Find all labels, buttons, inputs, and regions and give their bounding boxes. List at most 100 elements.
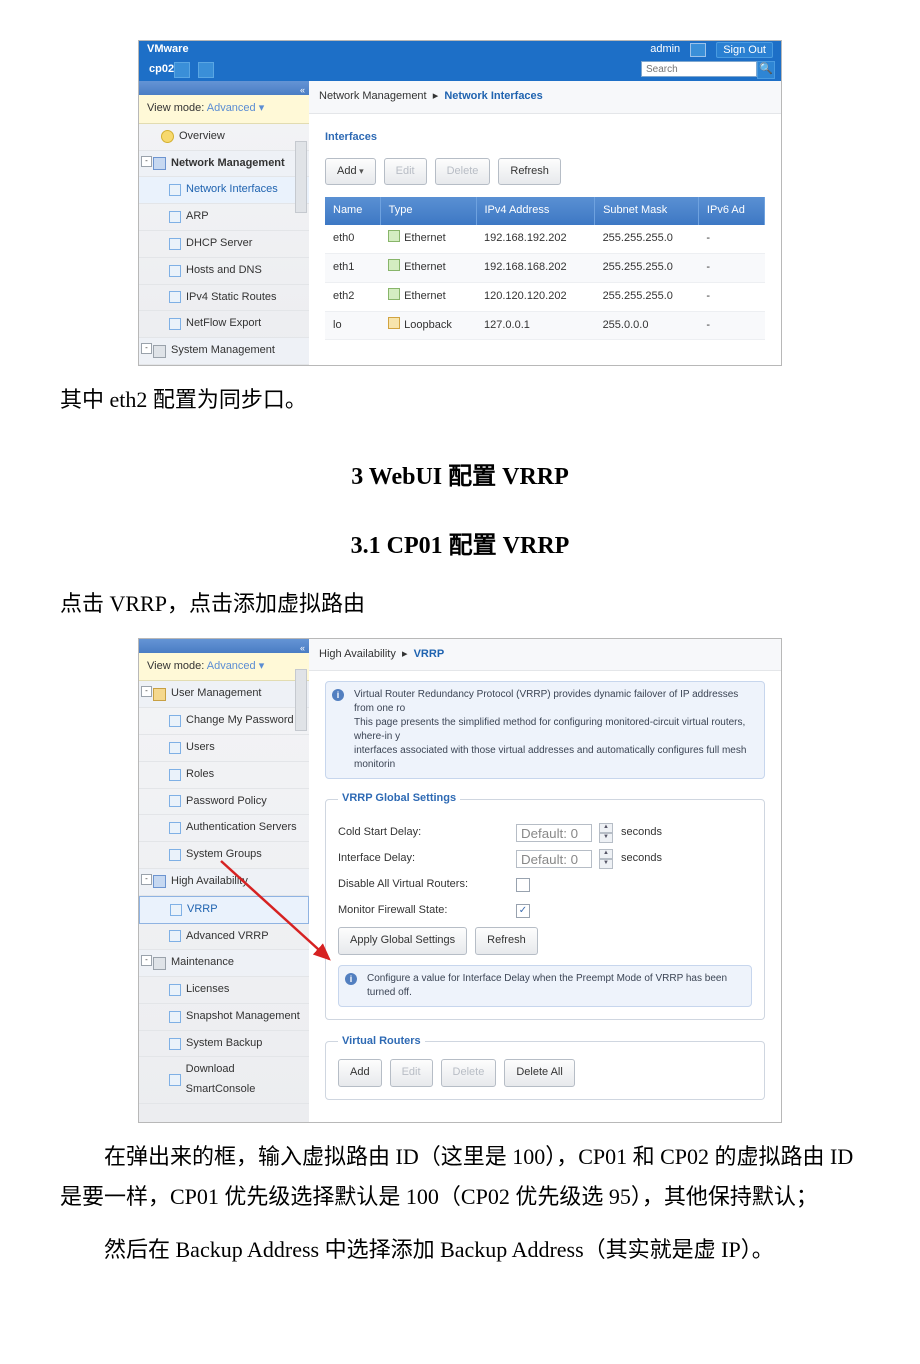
refresh-button[interactable]: Refresh (475, 927, 538, 955)
terminal-icon[interactable] (690, 43, 706, 57)
paragraph: 在弹出来的框，输入虚拟路由 ID（这里是 100），CP01 和 CP02 的虚… (60, 1137, 860, 1216)
sidebar-hosts-dns[interactable]: Hosts and DNS (139, 258, 309, 285)
section-heading: 3 WebUI 配置 VRRP (60, 456, 860, 499)
info-box: i Virtual Router Redundancy Protocol (VR… (325, 681, 765, 779)
sidebar-password-policy[interactable]: Password Policy (139, 789, 309, 816)
gear-icon (153, 345, 166, 358)
sidebar: « View mode: Advanced ▾ -User Management… (139, 639, 309, 1123)
sidebar-netflow[interactable]: NetFlow Export (139, 311, 309, 338)
sidebar-dhcp[interactable]: DHCP Server (139, 231, 309, 258)
breadcrumb: High Availability ▸ VRRP (309, 639, 781, 672)
sidebar-network-interfaces[interactable]: Network Interfaces (139, 177, 309, 204)
ethernet-icon (388, 230, 400, 242)
iface-delay-input[interactable] (516, 850, 592, 868)
screenshot-vrrp: www.bdocx.com « View mode: Advanced ▾ -U… (138, 638, 782, 1124)
sidebar-advanced-vrrp[interactable]: Advanced VRRP (139, 924, 309, 951)
sidebar-snapshot[interactable]: Snapshot Management (139, 1004, 309, 1031)
sidebar-download-console[interactable]: Download SmartConsole (139, 1057, 309, 1104)
info-icon: i (345, 973, 357, 985)
view-mode-row[interactable]: View mode: Advanced ▾ (139, 95, 309, 124)
screenshot-network-interfaces: VMware admin Sign Out cp02 🔍 « View mode (138, 40, 782, 366)
seconds-label: seconds (621, 849, 662, 869)
hostname-label: cp02 (149, 60, 174, 80)
ha-icon (153, 875, 166, 888)
table-row[interactable]: eth2Ethernet120.120.120.202255.255.255.0… (325, 282, 765, 311)
scrollbar[interactable] (295, 141, 307, 213)
users-icon (153, 688, 166, 701)
sidebar-vrrp[interactable]: VRRP (139, 896, 309, 924)
vrrp-global-settings: VRRP Global Settings Cold Start Delay: ▲… (325, 789, 765, 1019)
sidebar-group-network[interactable]: - Network Management (139, 151, 309, 178)
disable-all-checkbox[interactable] (516, 878, 530, 892)
spin-down[interactable]: ▼ (599, 833, 613, 843)
vr-delete-button: Delete (441, 1059, 497, 1087)
vr-delete-all-button[interactable]: Delete All (504, 1059, 574, 1087)
delete-button: Delete (435, 158, 491, 186)
sidebar-arp[interactable]: ARP (139, 204, 309, 231)
sidebar-roles[interactable]: Roles (139, 762, 309, 789)
th-ipv6: IPv6 Ad (698, 197, 764, 225)
table-row[interactable]: eth1Ethernet192.168.168.202255.255.255.0… (325, 253, 765, 282)
sidebar-licenses[interactable]: Licenses (139, 977, 309, 1004)
sidebar-group-maintenance[interactable]: -Maintenance (139, 950, 309, 977)
info-text: Virtual Router Redundancy Protocol (VRRP… (354, 688, 756, 772)
cold-start-label: Cold Start Delay: (338, 823, 508, 843)
sidebar-overview[interactable]: Overview (139, 124, 309, 151)
th-ipv4: IPv4 Address (476, 197, 595, 225)
sidebar-users[interactable]: Users (139, 735, 309, 762)
sidebar: « View mode: Advanced ▾ Overview - Netwo… (139, 81, 309, 365)
refresh-button[interactable]: Refresh (498, 158, 561, 186)
brush-icon[interactable] (198, 62, 214, 78)
tool-icon[interactable] (174, 62, 190, 78)
sidebar-group-system[interactable]: - System Management (139, 338, 309, 365)
ethernet-icon (388, 288, 400, 300)
fieldset-legend-vr: Virtual Routers (338, 1032, 425, 1052)
th-name: Name (325, 197, 380, 225)
search-button[interactable]: 🔍 (757, 61, 775, 79)
collapse-icon[interactable]: « (300, 643, 305, 653)
sidebar-system-groups[interactable]: System Groups (139, 842, 309, 869)
subsection-heading: 3.1 CP01 配置 VRRP (60, 525, 860, 568)
iface-delay-label: Interface Delay: (338, 849, 508, 869)
scrollbar[interactable] (295, 669, 307, 731)
th-type: Type (380, 197, 476, 225)
vr-add-button[interactable]: Add (338, 1059, 382, 1087)
monitor-fw-checkbox[interactable] (516, 904, 530, 918)
virtual-routers: Virtual Routers Add Edit Delete Delete A… (325, 1032, 765, 1101)
sidebar-group-user[interactable]: -User Management (139, 681, 309, 708)
admin-label: admin (650, 40, 680, 60)
disable-all-label: Disable All Virtual Routers: (338, 875, 508, 895)
sidebar-auth-servers[interactable]: Authentication Servers (139, 815, 309, 842)
search-input[interactable] (641, 61, 757, 77)
collapse-icon[interactable]: « (300, 85, 305, 95)
fieldset-legend-global: VRRP Global Settings (338, 789, 460, 809)
signout-button[interactable]: Sign Out (716, 42, 773, 58)
edit-button: Edit (384, 158, 427, 186)
sidebar-static-routes[interactable]: IPv4 Static Routes (139, 285, 309, 312)
paragraph: 然后在 Backup Address 中选择添加 Backup Address（… (60, 1230, 860, 1270)
table-row[interactable]: loLoopback127.0.0.1255.0.0.0- (325, 311, 765, 340)
brand-label: VMware (147, 40, 189, 60)
instruction-line: 点击 VRRP，点击添加虚拟路由 (60, 584, 860, 624)
sidebar-backup[interactable]: System Backup (139, 1031, 309, 1058)
interfaces-table: Name Type IPv4 Address Subnet Mask IPv6 … (325, 197, 765, 340)
sidebar-group-ha[interactable]: -High Availability (139, 869, 309, 896)
panel-title: Interfaces (325, 128, 765, 148)
table-row[interactable]: eth0Ethernet192.168.192.202255.255.255.0… (325, 225, 765, 253)
network-icon (153, 157, 166, 170)
globe-icon (161, 130, 174, 143)
info-box-2: i Configure a value for Interface Delay … (338, 965, 752, 1007)
apply-global-button[interactable]: Apply Global Settings (338, 927, 467, 955)
add-button[interactable]: Add (325, 158, 376, 186)
sidebar-change-password[interactable]: Change My Password (139, 708, 309, 735)
cold-start-input[interactable] (516, 824, 592, 842)
caption: 其中 eth2 配置为同步口。 (60, 380, 860, 420)
view-mode-row[interactable]: View mode: Advanced ▾ (139, 653, 309, 682)
breadcrumb: Network Management ▸ Network Interfaces (309, 81, 781, 114)
info-icon: i (332, 689, 344, 701)
spin-down[interactable]: ▼ (599, 859, 613, 869)
monitor-fw-label: Monitor Firewall State: (338, 901, 508, 921)
spin-up[interactable]: ▲ (599, 849, 613, 859)
wrench-icon (153, 957, 166, 970)
spin-up[interactable]: ▲ (599, 823, 613, 833)
